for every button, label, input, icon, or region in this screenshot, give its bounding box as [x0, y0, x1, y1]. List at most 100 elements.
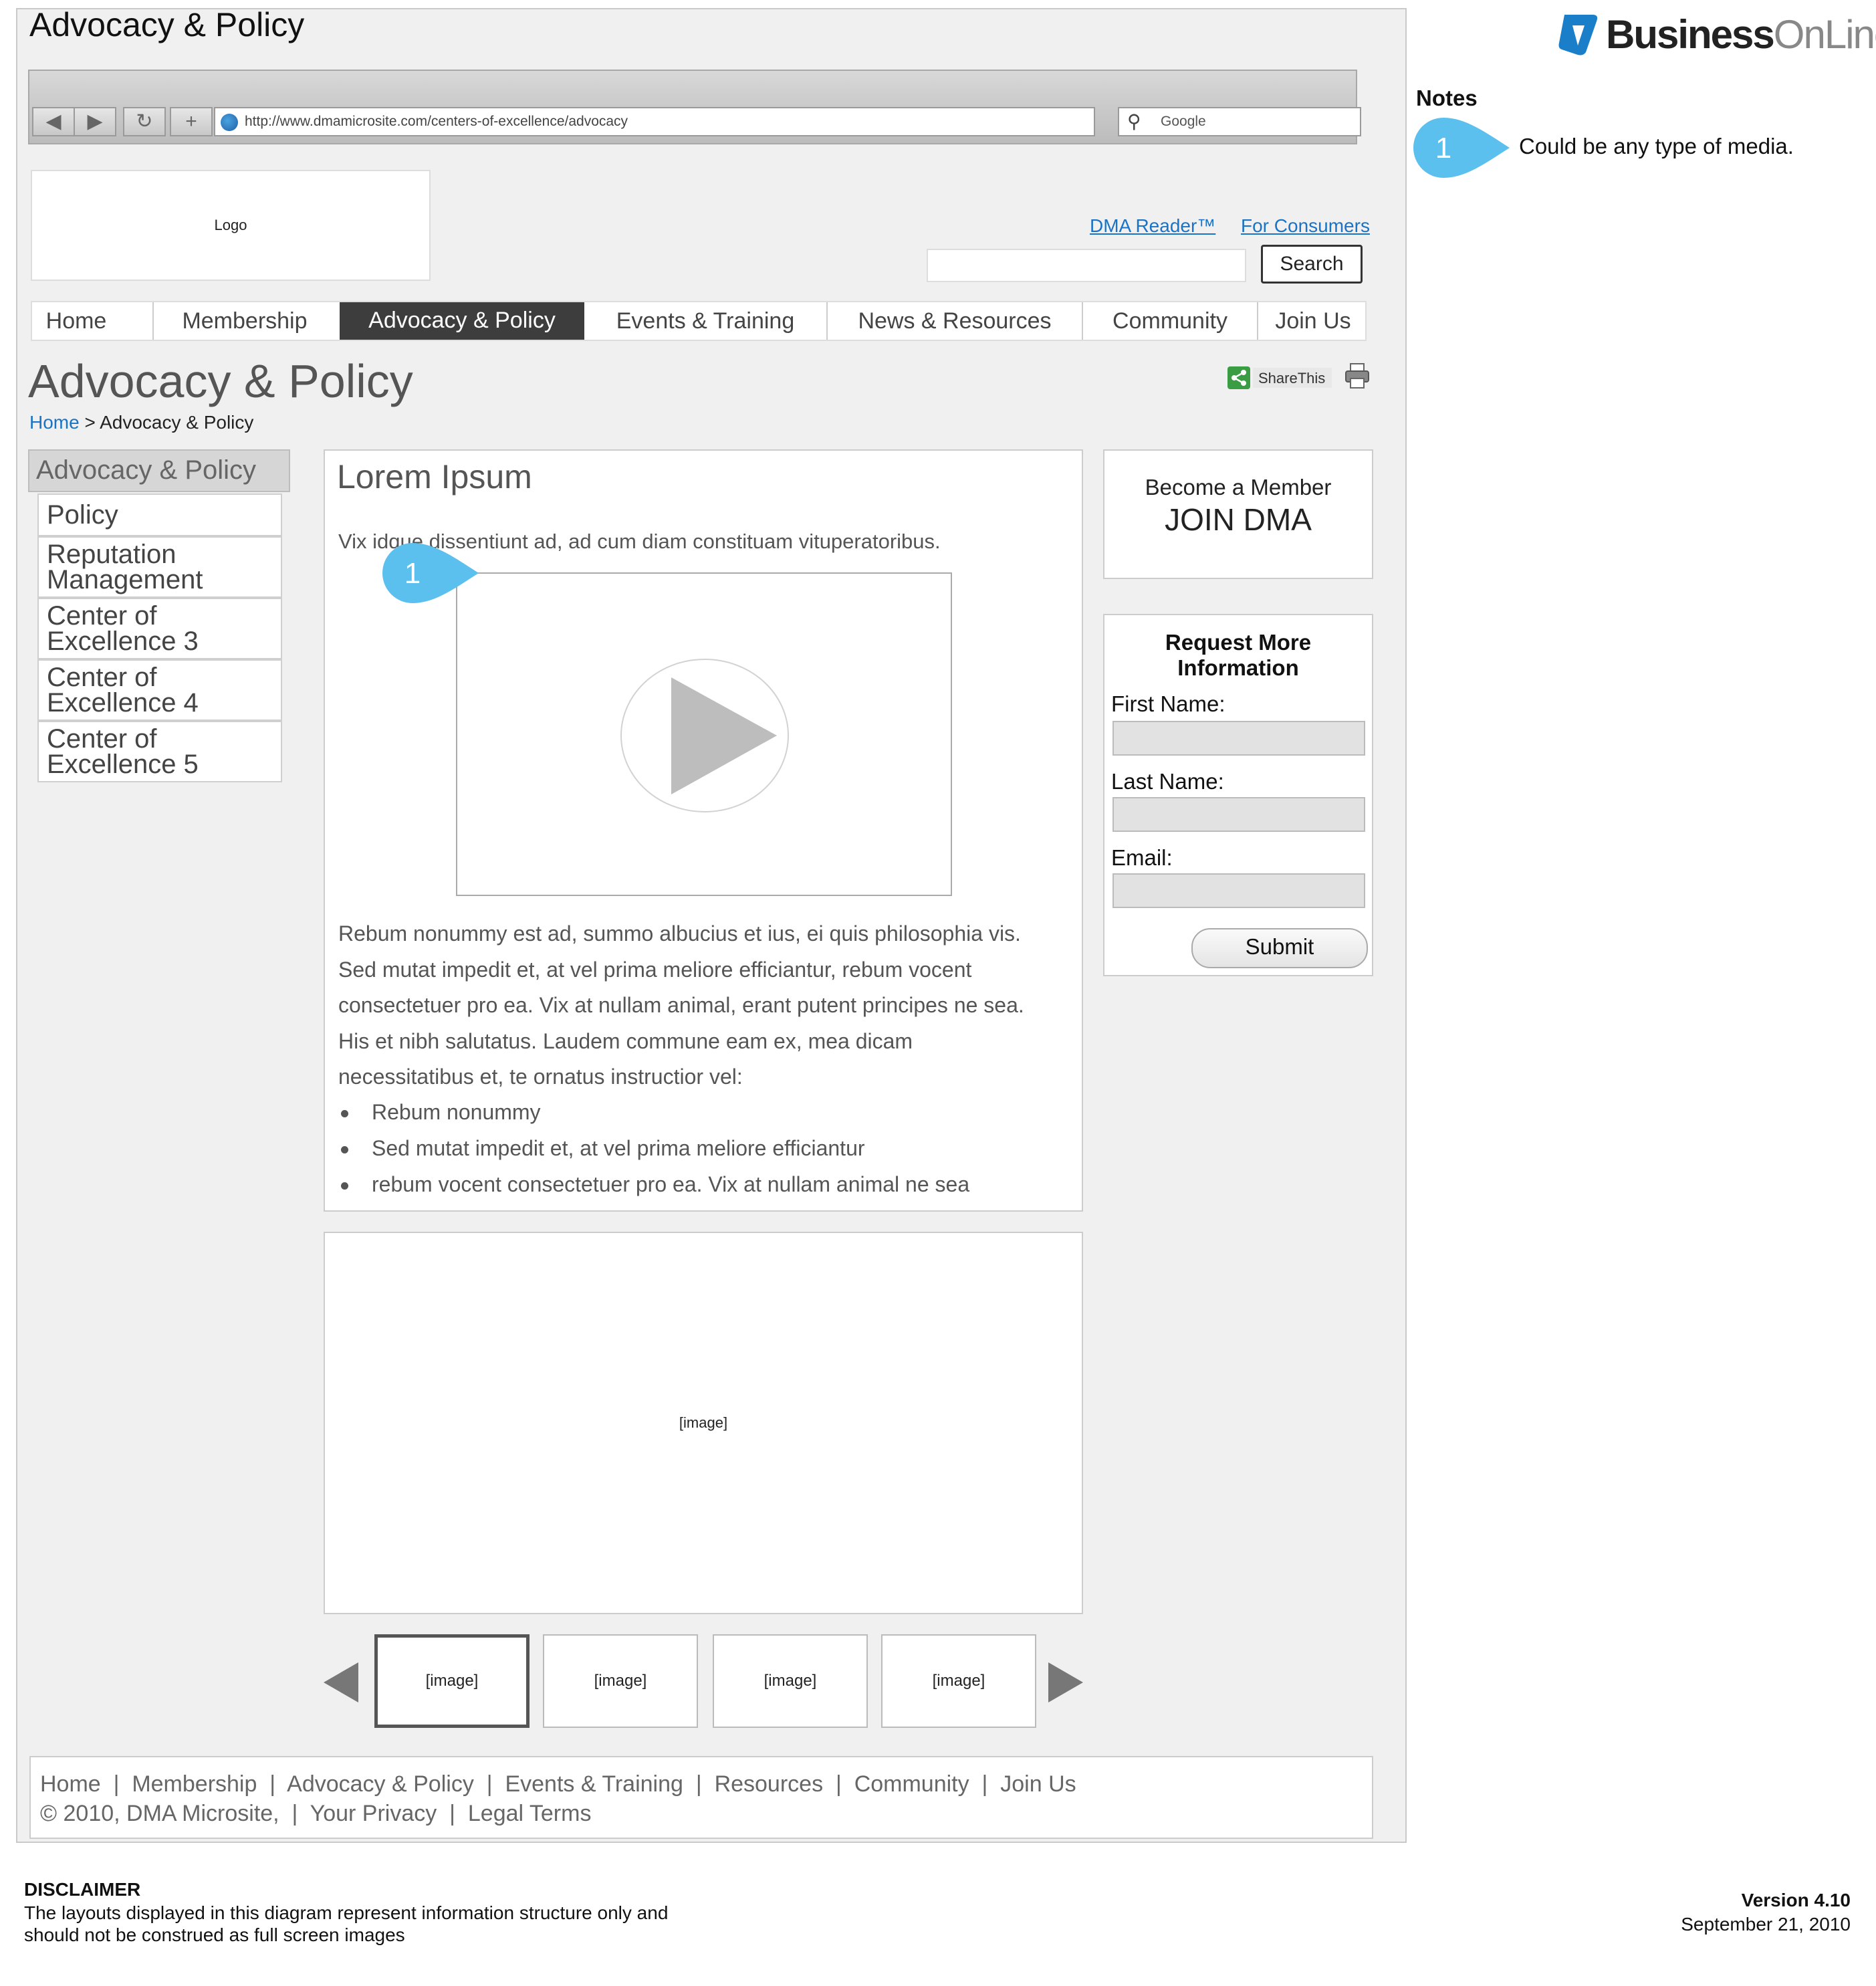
disclaimer-line: The layouts displayed in this diagram re… — [24, 1902, 669, 1923]
sharethis-label: ShareThis — [1258, 370, 1325, 387]
bullet-item: rebum vocent consectetuer pro ea. Vix at… — [338, 1166, 1067, 1202]
join-dma-label: JOIN DMA — [1165, 502, 1312, 537]
businessonline-mark-icon — [1558, 15, 1598, 56]
first-name-label: First Name: — [1111, 691, 1225, 716]
body-line: consectetuer pro ea. Vix at nullam anima… — [338, 993, 1024, 1017]
video-player[interactable] — [456, 572, 952, 896]
wireframe-title: Advocacy & Policy — [29, 6, 305, 43]
disclaimer-title: DISCLAIMER — [24, 1879, 141, 1900]
address-bar[interactable]: http://www.dmamicrosite.com/centers-of-e… — [214, 107, 1095, 136]
breadcrumb-home[interactable]: Home — [29, 412, 80, 433]
gallery-thumb[interactable]: [image] — [543, 1634, 698, 1728]
print-icon[interactable] — [1344, 362, 1371, 389]
body-line: necessitatibus et, te ornatus instructio… — [338, 1065, 743, 1089]
sidebar-heading[interactable]: Advocacy & Policy — [28, 449, 290, 492]
browser-search-placeholder: Google — [1161, 114, 1206, 129]
request-info-form: Request More Information First Name: Las… — [1103, 614, 1373, 976]
notes-badge-1: 1 — [1413, 118, 1510, 178]
content-body: Rebum nonummy est ad, summo albucius et … — [338, 916, 1067, 1095]
search-button[interactable]: Search — [1261, 245, 1363, 284]
sharethis-button[interactable]: ShareThis — [1227, 365, 1333, 391]
gallery-main-image: [image] — [324, 1232, 1083, 1614]
page-title: Advocacy & Policy — [28, 355, 413, 407]
bullet-item: Rebum nonummy — [338, 1094, 1067, 1130]
disclaimer-line: should not be construed as full screen i… — [24, 1924, 405, 1945]
content-heading: Lorem Ipsum — [337, 458, 532, 495]
reload-icon[interactable]: ↻ — [123, 107, 166, 136]
browser-search-input[interactable]: ⚲ Google — [1118, 107, 1361, 136]
footer-nav: Home | Membership | Advocacy & Policy | … — [40, 1771, 1076, 1797]
sidebar-item-center-4[interactable]: Center of Excellence 4 — [37, 659, 282, 721]
note-1-text: Could be any type of media. — [1519, 134, 1794, 158]
svg-text:1: 1 — [404, 557, 421, 590]
form-title: Request More Information — [1165, 630, 1312, 680]
version-label: Version 4.10 — [1741, 1890, 1851, 1910]
new-tab-icon[interactable]: + — [170, 107, 213, 136]
email-label: Email: — [1111, 845, 1173, 870]
breadcrumb-separator: > — [79, 412, 100, 433]
footer-link-privacy[interactable]: Your Privacy — [310, 1801, 437, 1826]
brand-light: OnLine — [1773, 11, 1876, 57]
footer-link-legal[interactable]: Legal Terms — [468, 1801, 592, 1826]
gallery-thumb[interactable]: [image] — [881, 1634, 1036, 1728]
share-icon — [1227, 366, 1250, 389]
gallery-thumb[interactable]: [image] — [713, 1634, 868, 1728]
site-footer: Home | Membership | Advocacy & Policy | … — [29, 1756, 1373, 1839]
copyright: © 2010, DMA Microsite, — [40, 1801, 279, 1826]
site-search-input[interactable] — [927, 249, 1246, 282]
url-text: http://www.dmamicrosite.com/centers-of-e… — [245, 114, 628, 129]
footer-link-resources[interactable]: Resources — [715, 1771, 824, 1797]
notes-heading: Notes — [1416, 86, 1478, 110]
footer-legal: © 2010, DMA Microsite, | Your Privacy | … — [40, 1801, 592, 1826]
sidebar-item-center-5[interactable]: Center of Excellence 5 — [37, 721, 282, 782]
bullet-item: Sed mutat impedit et, at vel prima melio… — [338, 1130, 1067, 1166]
annotation-badge-1: 1 — [382, 543, 479, 603]
brand-bold: Business — [1606, 11, 1775, 57]
nav-join-us[interactable]: Join Us — [1258, 302, 1368, 340]
version-date: September 21, 2010 — [1681, 1914, 1851, 1935]
main-nav: Home Membership Advocacy & Policy Events… — [31, 301, 1367, 341]
for-consumers-link[interactable]: For Consumers — [1241, 215, 1370, 237]
footer-link-advocacy[interactable]: Advocacy & Policy — [287, 1771, 474, 1797]
disclaimer-text: The layouts displayed in this diagram re… — [24, 1902, 759, 1946]
footer-link-home[interactable]: Home — [40, 1771, 101, 1797]
body-line: Sed mutat impedit et, at vel prima melio… — [338, 957, 972, 982]
footer-link-events[interactable]: Events & Training — [505, 1771, 683, 1797]
email-field[interactable] — [1112, 873, 1365, 908]
content-bullet-list: Rebum nonummy Sed mutat impedit et, at v… — [338, 1094, 1067, 1202]
member-line-1: Become a Member — [1145, 475, 1332, 500]
footer-link-community[interactable]: Community — [854, 1771, 969, 1797]
gallery-next-arrow-icon[interactable] — [1047, 1661, 1084, 1704]
nav-community[interactable]: Community — [1083, 302, 1257, 340]
first-name-field[interactable] — [1112, 721, 1365, 756]
nav-home[interactable]: Home — [32, 302, 120, 340]
body-line: His et nibh salutatus. Laudem commune ea… — [338, 1028, 913, 1053]
last-name-label: Last Name: — [1111, 769, 1224, 794]
footer-link-membership[interactable]: Membership — [132, 1771, 257, 1797]
nav-membership[interactable]: Membership — [154, 302, 336, 340]
sidebar-item-policy[interactable]: Policy — [37, 493, 282, 536]
body-line: Rebum nonummy est ad, summo albucius et … — [338, 921, 1021, 946]
back-icon[interactable]: ◀ — [32, 107, 75, 136]
gallery-prev-arrow-icon[interactable] — [322, 1661, 360, 1704]
gallery-thumb[interactable]: [image] — [374, 1634, 530, 1728]
sidebar-item-center-3[interactable]: Center of Excellence 3 — [37, 598, 282, 659]
globe-icon — [221, 114, 238, 131]
footer-link-join[interactable]: Join Us — [1000, 1771, 1076, 1797]
breadcrumb: Home > Advocacy & Policy — [29, 412, 253, 433]
nav-events-training[interactable]: Events & Training — [584, 302, 826, 340]
forward-icon[interactable]: ▶ — [74, 107, 116, 136]
last-name-field[interactable] — [1112, 797, 1365, 832]
submit-button[interactable]: Submit — [1191, 928, 1368, 968]
dma-reader-link[interactable]: DMA Reader™ — [1090, 215, 1215, 237]
become-member-box[interactable]: Become a Member JOIN DMA — [1103, 449, 1373, 579]
businessonline-logo: BusinessOnLine — [1555, 11, 1876, 58]
nav-news-resources[interactable]: News & Resources — [828, 302, 1082, 340]
search-icon: ⚲ — [1127, 111, 1141, 132]
sidebar-item-reputation-management[interactable]: Reputation Management — [37, 536, 282, 598]
browser-toolbar: ◀ ▶ ↻ + http://www.dmamicrosite.com/cent… — [28, 70, 1361, 144]
site-logo[interactable]: Logo — [31, 170, 431, 281]
nav-advocacy-policy[interactable]: Advocacy & Policy — [340, 302, 584, 340]
breadcrumb-current: Advocacy & Policy — [100, 412, 254, 433]
svg-text:1: 1 — [1435, 132, 1451, 164]
